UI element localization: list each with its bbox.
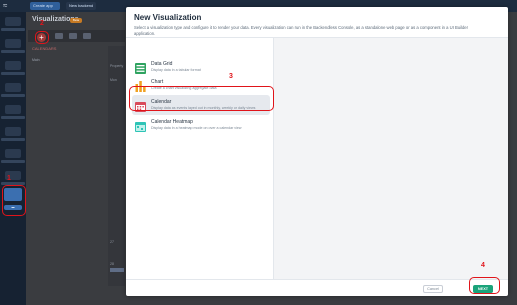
sidebar-item-label [1, 94, 25, 97]
background-text: 28 [110, 262, 114, 266]
annotation-box-3 [129, 86, 274, 111]
sidebar-item-label [1, 138, 25, 141]
link-icon[interactable] [83, 33, 91, 39]
option-data-grid[interactable]: Data Grid Display data in a tabular form… [132, 57, 270, 77]
new-visualization-dialog: New Visualization Select a visualization… [126, 7, 508, 296]
visualization-type-list: Data Grid Display data in a tabular form… [126, 38, 274, 279]
sidebar-item-label [1, 72, 25, 75]
option-calendar-heatmap[interactable]: Calendar Heatmap Display data in a heatm… [132, 115, 270, 135]
divider [126, 279, 508, 280]
option-title: Calendar Heatmap [151, 119, 193, 125]
cancel-button[interactable]: Cancel [423, 285, 443, 293]
annotation-number-1: 1 [7, 175, 11, 182]
main-item[interactable]: Main [32, 58, 40, 62]
background-event-strip [110, 268, 124, 272]
sidebar-item-messaging[interactable] [5, 127, 21, 136]
heatmap-icon [135, 119, 146, 132]
visualization-preview-area [274, 38, 508, 279]
annotation-number-3: 3 [229, 73, 233, 80]
option-title: Data Grid [151, 61, 173, 67]
sidebar-item-data[interactable] [5, 39, 21, 48]
app-logo-icon[interactable]: ≈ [3, 1, 17, 11]
annotation-box-4 [469, 277, 500, 294]
grid-icon [135, 61, 146, 74]
export-icon[interactable] [69, 33, 77, 39]
sidebar-item-users[interactable] [5, 83, 21, 92]
sidebar-item-label [1, 50, 25, 53]
sidebar-item-label [1, 160, 25, 163]
backend-selector[interactable]: New backend [66, 2, 96, 10]
dialog-title: New Visualization [134, 13, 202, 22]
beta-badge: Beta [70, 18, 82, 23]
sidebar-item-label [1, 28, 25, 31]
option-description: Display data in a heatmap mode on over a… [151, 126, 242, 130]
annotation-box-2 [35, 31, 49, 44]
option-description: Display data in a tabular format [151, 68, 201, 72]
background-text: Property [110, 64, 124, 68]
dialog-description: Select a visualization type and configur… [134, 25, 469, 36]
sidebar-item-code[interactable] [5, 105, 21, 114]
sidebar [0, 12, 26, 305]
import-icon[interactable] [55, 33, 63, 39]
sidebar-item-home[interactable] [5, 17, 21, 26]
calendars-group-label[interactable]: CALENDARS [32, 46, 56, 51]
sidebar-item-files[interactable] [5, 61, 21, 70]
option-title: Chart [151, 79, 164, 85]
annotation-number-4: 4 [481, 262, 485, 269]
create-app-button[interactable]: Create app [30, 2, 60, 10]
background-text: Mon [110, 78, 117, 82]
annotation-number-2: 2 [40, 20, 44, 27]
sidebar-item-analytics[interactable] [5, 149, 21, 158]
background-panel [108, 46, 125, 286]
annotation-box-1 [2, 185, 26, 216]
background-text: 27 [110, 240, 114, 244]
sidebar-item-label [1, 116, 25, 119]
